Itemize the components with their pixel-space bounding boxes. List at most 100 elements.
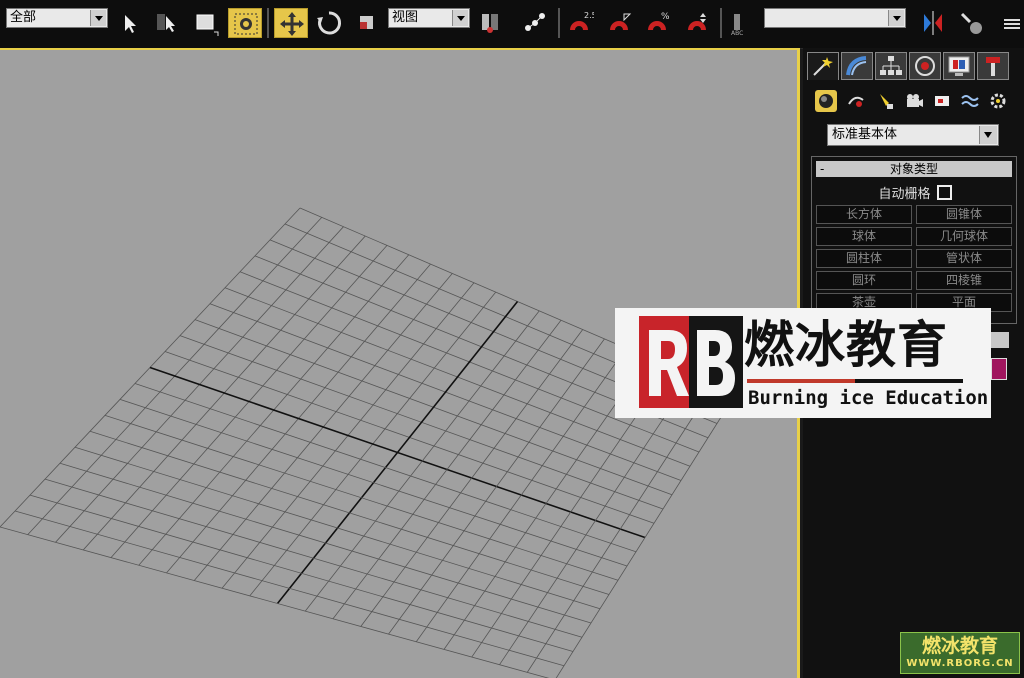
select-and-rotate-button[interactable] bbox=[314, 8, 344, 38]
gear-icon bbox=[990, 93, 1006, 109]
percent-snap-button[interactable]: % bbox=[642, 8, 672, 38]
geometry-button[interactable] bbox=[815, 90, 837, 112]
object-color-swatch[interactable] bbox=[991, 358, 1007, 380]
torus-button[interactable]: 圆环 bbox=[816, 271, 912, 290]
mirror-button[interactable] bbox=[918, 8, 948, 38]
chevron-down-icon bbox=[90, 10, 106, 26]
layers-icon bbox=[1004, 19, 1020, 29]
display-monitor-icon bbox=[948, 56, 970, 76]
chevron-down-icon bbox=[979, 126, 997, 144]
pyramid-button[interactable]: 四棱锥 bbox=[916, 271, 1012, 290]
chevron-down-icon bbox=[888, 10, 904, 26]
align-icon bbox=[960, 12, 982, 34]
pivot-center-icon bbox=[482, 14, 498, 33]
select-and-manipulate-button[interactable] bbox=[520, 8, 550, 38]
corner-watermark-badge: 燃冰教育 WWW.RBORG.CN bbox=[900, 632, 1020, 674]
manipulate-icon bbox=[525, 13, 545, 31]
tab-create[interactable] bbox=[807, 52, 839, 80]
hammer-icon bbox=[986, 57, 1000, 76]
percent-magnet-icon: % bbox=[648, 12, 670, 30]
cylinder-button[interactable]: 圆柱体 bbox=[816, 249, 912, 268]
pivot-point-button[interactable] bbox=[476, 8, 506, 38]
watermark-title-cn: 燃冰教育 bbox=[744, 315, 948, 374]
angle-snap-button[interactable] bbox=[604, 8, 634, 38]
grid-line bbox=[499, 376, 692, 665]
motion-icon bbox=[915, 56, 935, 76]
space-warps-button[interactable] bbox=[959, 90, 981, 112]
rollout-collapse-toggle[interactable]: - bbox=[820, 161, 824, 177]
rollout-title: 对象类型 bbox=[889, 162, 938, 176]
corner-watermark-url: WWW.RBORG.CN bbox=[906, 658, 1014, 669]
shapes-button[interactable] bbox=[845, 90, 867, 112]
geosphere-button[interactable]: 几何球体 bbox=[916, 227, 1012, 246]
hierarchy-icon bbox=[880, 56, 902, 75]
tube-button[interactable]: 管状体 bbox=[916, 249, 1012, 268]
mirror-icon bbox=[924, 11, 942, 35]
object-type-rollout: 对象类型 - 自动栅格 长方体 圆锥体 球体 几何球体 圆柱体 管状体 圆环 四… bbox=[811, 156, 1017, 324]
selection-filter-dropdown[interactable]: 全部 bbox=[6, 8, 108, 28]
select-by-name-button[interactable] bbox=[152, 8, 182, 38]
tab-utilities[interactable] bbox=[977, 52, 1009, 80]
sphere-geometry-icon bbox=[819, 94, 833, 108]
autogrid-checkbox[interactable] bbox=[936, 185, 952, 200]
cameras-button[interactable] bbox=[903, 90, 925, 112]
window-crossing-button[interactable] bbox=[228, 8, 262, 38]
sphere-button[interactable]: 球体 bbox=[816, 227, 912, 246]
magic-wand-icon bbox=[813, 57, 833, 76]
spinner-magnet-icon bbox=[688, 13, 706, 30]
spinner-snap-button[interactable] bbox=[682, 8, 712, 38]
reference-coordinate-value: 视图 bbox=[392, 10, 419, 25]
camera-icon bbox=[907, 94, 923, 107]
cone-button[interactable]: 圆锥体 bbox=[916, 205, 1012, 224]
main-toolbar: 全部 视图 2.5 % ABC bbox=[0, 0, 1024, 49]
align-button[interactable] bbox=[956, 8, 986, 38]
reference-coordinate-dropdown[interactable]: 视图 bbox=[388, 8, 470, 28]
scale-icon bbox=[360, 16, 373, 29]
cursor-arrow-icon bbox=[125, 15, 136, 33]
select-object-button[interactable] bbox=[114, 8, 144, 38]
move-arrows-icon bbox=[280, 12, 304, 36]
svg-text:%: % bbox=[661, 12, 670, 22]
rb-logo-mark bbox=[639, 316, 743, 408]
window-crossing-icon bbox=[234, 13, 258, 35]
tab-motion[interactable] bbox=[909, 52, 941, 80]
box-button[interactable]: 长方体 bbox=[816, 205, 912, 224]
lights-button[interactable] bbox=[875, 90, 897, 112]
named-selection-icon: ABC bbox=[731, 14, 743, 37]
grid-line bbox=[526, 385, 714, 673]
chevron-down-icon bbox=[452, 10, 468, 26]
rectangular-selection-button[interactable] bbox=[190, 8, 220, 38]
helpers-button[interactable] bbox=[931, 90, 953, 112]
shapes-icon bbox=[848, 96, 864, 107]
grid-line bbox=[29, 494, 574, 652]
select-by-name-icon bbox=[157, 14, 175, 32]
select-and-move-button[interactable] bbox=[274, 8, 308, 38]
light-icon bbox=[880, 94, 893, 109]
edit-named-selection-button[interactable]: ABC bbox=[726, 8, 756, 38]
autogrid-label: 自动栅格 bbox=[878, 187, 931, 202]
object-type-rollout-header[interactable]: 对象类型 - bbox=[816, 161, 1012, 177]
tab-hierarchy[interactable] bbox=[875, 52, 907, 80]
corner-watermark-cn: 燃冰教育 bbox=[921, 635, 998, 657]
space-warp-icon bbox=[961, 95, 979, 107]
watermark-logo: 燃冰教育 Burning ice Education bbox=[615, 308, 991, 418]
grid-line bbox=[14, 510, 565, 667]
autogrid-row: 自动栅格 bbox=[812, 183, 1018, 202]
tab-display[interactable] bbox=[943, 52, 975, 80]
systems-button[interactable] bbox=[987, 90, 1009, 112]
snaps-toggle-button[interactable]: 2.5 bbox=[564, 8, 594, 38]
selection-filter-value: 全部 bbox=[10, 10, 37, 25]
rotate-icon bbox=[317, 11, 341, 35]
layer-manager-button[interactable] bbox=[1000, 8, 1024, 38]
select-and-scale-button[interactable] bbox=[352, 8, 382, 38]
angle-magnet-icon bbox=[610, 13, 632, 30]
tab-modify[interactable] bbox=[841, 52, 873, 80]
object-category-dropdown[interactable]: 标准基本体 bbox=[827, 124, 999, 146]
magnet-icon: 2.5 bbox=[570, 11, 594, 30]
watermark-title-en: Burning ice Education bbox=[748, 387, 989, 409]
object-category-value: 标准基本体 bbox=[832, 127, 898, 142]
watermark-underline bbox=[747, 379, 963, 383]
svg-text:2.5: 2.5 bbox=[584, 11, 594, 20]
modify-bend-icon bbox=[846, 56, 867, 76]
named-selection-set-dropdown[interactable] bbox=[764, 8, 906, 28]
